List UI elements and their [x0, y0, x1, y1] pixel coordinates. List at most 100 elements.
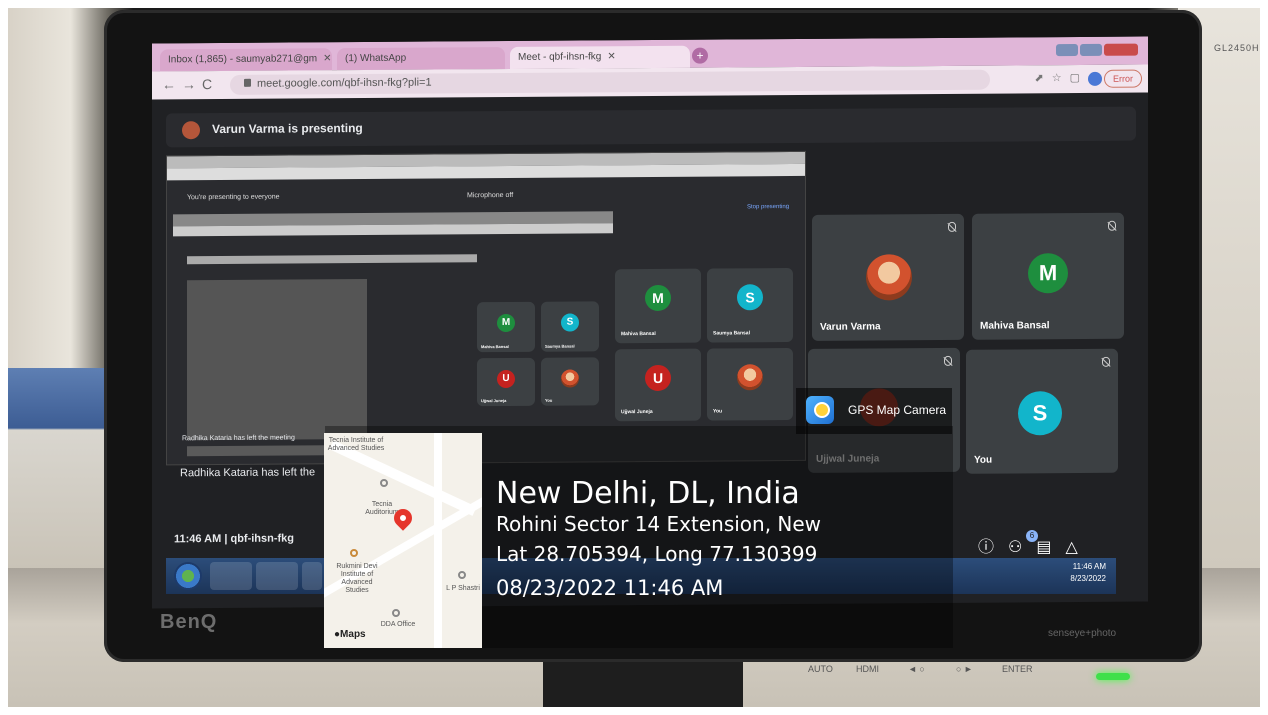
tab-whatsapp[interactable]: (1) WhatsApp: [337, 47, 505, 71]
monitor-button-hdmi[interactable]: HDMI: [856, 664, 879, 674]
nested-tile: You: [541, 357, 599, 406]
participant-name: Mahiva Bansal: [980, 320, 1050, 332]
map-poi-icon: [458, 571, 466, 579]
new-tab-button[interactable]: +: [692, 47, 708, 64]
monitor-button-enter[interactable]: ENTER: [1002, 664, 1033, 674]
nested-address-bar-2: [173, 223, 613, 237]
avatar: M: [645, 284, 671, 312]
tile-name: Ujjwal Juneja: [481, 398, 507, 404]
nested-tile: U Ujjwal Juneja: [477, 357, 535, 407]
participant-avatar: S: [1018, 391, 1062, 436]
nested-deep-screen: [187, 278, 367, 441]
nested-presenting-text: You're presenting to everyone: [187, 193, 280, 202]
tile-name: Saumya Bansal: [713, 330, 750, 337]
tile-name: You: [545, 397, 553, 403]
map-label: Rukmini Devi Institute of Advanced Studi…: [336, 563, 378, 594]
url-input[interactable]: meet.google.com/qbf-ihsn-fkg?pli=1: [230, 69, 990, 95]
left-meeting-toast-small: Radhika Kataria has left the meeting: [182, 434, 295, 443]
maps-logo: ●Maps: [334, 629, 366, 640]
gps-app-badge: GPS Map Camera: [796, 388, 952, 434]
location-area: Rohini Sector 14 Extension, New: [496, 512, 822, 536]
map-label: DDA Office: [380, 621, 416, 628]
tab-meet[interactable]: Meet - qbf-ihsn-fkg ✕: [510, 45, 690, 69]
avatar: S: [737, 284, 763, 311]
monitor-button-left[interactable]: ◄ ○: [908, 664, 925, 674]
nested-tile: M Mahiva Bansal: [477, 301, 535, 353]
tile-name: Mahiva Bansal: [481, 343, 509, 350]
maps-logo-text: Maps: [340, 629, 366, 640]
participant-name: You: [974, 454, 993, 466]
info-icon[interactable]: ⓘ: [978, 539, 1008, 556]
mic-off-icon: [1108, 220, 1116, 231]
chat-icon[interactable]: ▤: [1036, 539, 1065, 556]
monitor-stand: [543, 658, 743, 707]
tile-name: Mahiva Bansal: [621, 330, 656, 338]
mini-map: Tecnia Institute of Advanced Studies Tec…: [324, 433, 482, 648]
ie-taskbar-icon[interactable]: [210, 562, 252, 590]
presenting-text: Varun Varma is presenting: [212, 121, 363, 137]
url-text: meet.google.com/qbf-ihsn-fkg?pli=1: [257, 76, 432, 90]
map-road: [434, 433, 442, 648]
gps-camera-icon: [806, 396, 834, 424]
tab-label: Inbox (1,865) - saumyab271@gm: [168, 53, 318, 66]
taskbar-clock[interactable]: 11:46 AM 8/23/2022: [1070, 561, 1106, 585]
tile-name: Saumya Bansal: [545, 343, 575, 349]
tile-name: You: [713, 408, 723, 415]
participant-count-badge: 6: [1026, 530, 1038, 542]
avatar: U: [497, 369, 515, 389]
avatar: U: [645, 364, 671, 392]
nested-tile-large: M Mahiva Bansal: [615, 268, 701, 344]
avatar: M: [497, 313, 515, 333]
participant-avatar: [866, 254, 912, 301]
participant-tile-mahiva: M Mahiva Bansal: [972, 212, 1124, 340]
participant-tile-varun: Varun Varma: [812, 213, 964, 341]
meeting-time-code: 11:46 AM | qbf-ihsn-fkg: [174, 532, 295, 546]
explorer-taskbar-icon[interactable]: [256, 562, 298, 590]
error-button[interactable]: Error: [1104, 69, 1142, 88]
clock-time: 11:46 AM: [1072, 562, 1106, 571]
monitor-senseye: senseye+photo: [1048, 628, 1117, 639]
participant-avatar: M: [1028, 253, 1068, 294]
participant-tile-you: S You: [966, 348, 1118, 474]
avatar: S: [561, 313, 579, 332]
avatar: [561, 369, 579, 388]
map-label: L P Shastri: [446, 585, 480, 592]
maximize-button[interactable]: [1080, 43, 1102, 56]
monitor-button-auto[interactable]: AUTO: [808, 664, 833, 674]
gps-app-name: GPS Map Camera: [848, 403, 947, 417]
left-meeting-toast: Radhika Kataria has left the: [180, 466, 316, 480]
window-controls: [1054, 43, 1138, 62]
nested-tile: S Saumya Bansal: [541, 301, 599, 352]
activities-icon[interactable]: △: [1065, 539, 1091, 556]
nav-buttons[interactable]: ←→C: [162, 76, 218, 92]
map-label: Tecnia Institute of Advanced Studies: [327, 437, 385, 452]
tile-name: Ujjwal Juneja: [621, 408, 653, 416]
map-poi-icon: [350, 549, 358, 557]
start-button-icon[interactable]: [174, 562, 202, 590]
profile-avatar[interactable]: [1088, 71, 1102, 86]
monitor-button-right[interactable]: ○ ►: [956, 664, 973, 674]
toolbar-icons[interactable]: ⬈☆▢: [1035, 71, 1088, 84]
close-window-button[interactable]: [1104, 43, 1138, 56]
nested-tab-bar-3: [187, 254, 477, 265]
location-city: New Delhi, DL, India: [496, 476, 800, 511]
nested-tile-large: S Saumya Bansal: [707, 268, 793, 343]
location-coords: Lat 28.705394, Long 77.130399: [496, 542, 818, 566]
monitor-model: GL2450HM: [1214, 43, 1260, 53]
tab-gmail[interactable]: Inbox (1,865) - saumyab271@gm ✕: [160, 48, 332, 72]
presenting-banner: Varun Varma is presenting: [166, 106, 1136, 148]
minimize-button[interactable]: [1056, 44, 1078, 57]
map-poi-icon: [392, 609, 400, 617]
clock-date: 8/23/2022: [1070, 574, 1106, 583]
monitor-brand: BenQ: [160, 611, 218, 633]
map-poi-icon: [380, 479, 388, 487]
mic-off-icon: [1102, 356, 1110, 367]
close-icon[interactable]: ✕: [607, 51, 615, 62]
avatar: [737, 364, 763, 391]
media-taskbar-icon[interactable]: [302, 562, 322, 590]
mic-off-icon: [948, 221, 956, 232]
presenter-avatar: [182, 121, 200, 140]
nested-stop-button[interactable]: Stop presenting: [747, 204, 789, 210]
close-icon[interactable]: ✕: [323, 53, 331, 64]
mic-off-icon: [944, 355, 952, 366]
